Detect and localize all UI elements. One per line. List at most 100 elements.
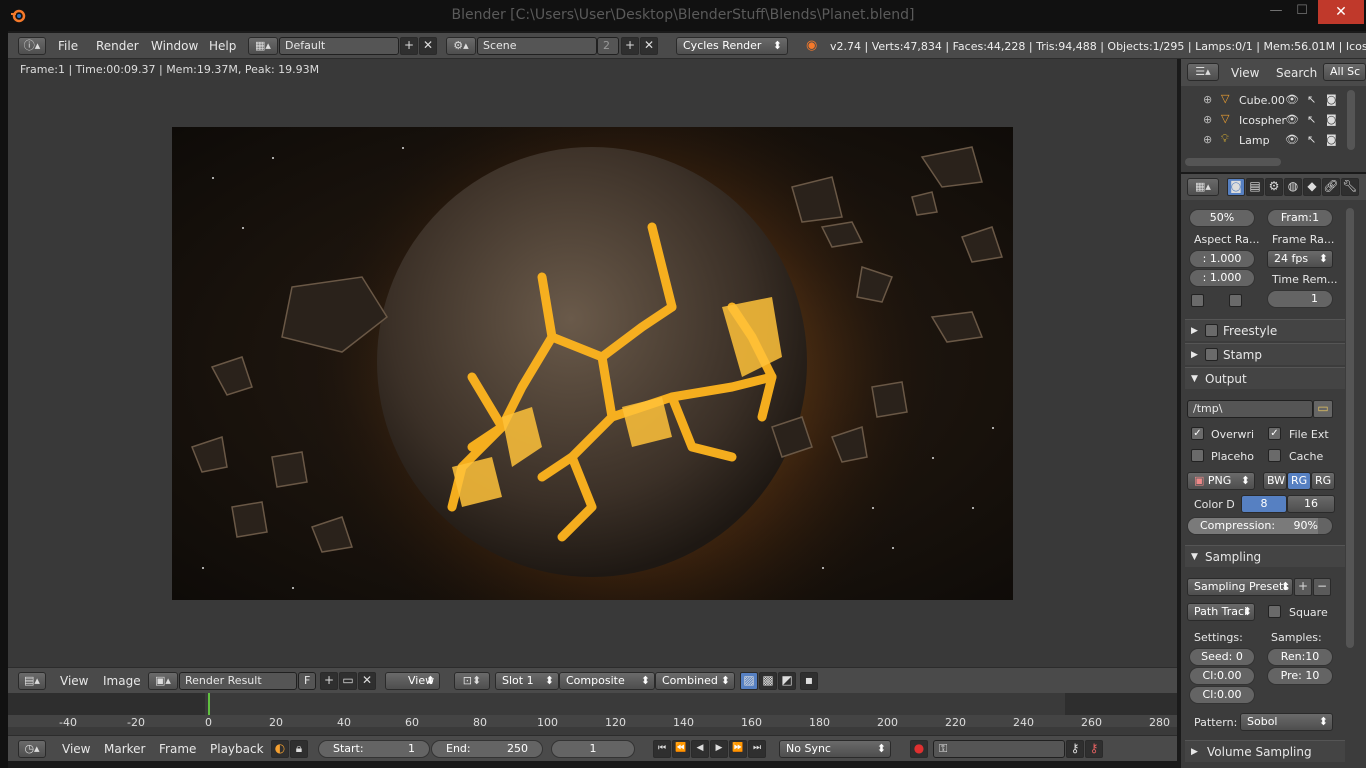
- cursor-icon[interactable]: ↖: [1307, 113, 1316, 126]
- insert-keyframe-icon[interactable]: ⚷: [1066, 740, 1084, 758]
- screen-layout-icon[interactable]: ▦▴: [248, 37, 278, 55]
- slot-select[interactable]: Slot 1 ⬍: [495, 672, 559, 690]
- constraints-tab-icon[interactable]: 🔗︎: [1322, 178, 1340, 196]
- sampling-panel-header[interactable]: ▼ Sampling: [1185, 545, 1345, 567]
- draw-color-alpha-icon[interactable]: ▨: [740, 672, 758, 690]
- open-image-icon[interactable]: ▭: [339, 672, 357, 690]
- new-image-icon[interactable]: +: [320, 672, 338, 690]
- current-frame-line[interactable]: [208, 693, 210, 715]
- outliner[interactable]: ⊕ ▽ Cube.00 👁︎ ↖ ◙ ⊕ ▽ Icospher 👁︎ ↖ ◙ ⊕…: [1181, 86, 1366, 172]
- unlink-image-icon[interactable]: ✕: [358, 672, 376, 690]
- resolution-percent-field[interactable]: 50%: [1189, 209, 1255, 227]
- render-layer-select[interactable]: Composite ⬍: [559, 672, 655, 690]
- play-reverse-icon[interactable]: ◀: [691, 740, 709, 758]
- file-format-select[interactable]: ▣ PNG ⬍: [1187, 472, 1255, 490]
- menu-image[interactable]: Image: [103, 674, 141, 688]
- draw-color-icon[interactable]: ▩: [759, 672, 777, 690]
- sync-select[interactable]: No Sync ⬍: [779, 740, 891, 758]
- square-samples-checkbox[interactable]: [1268, 605, 1281, 618]
- render-engine-select[interactable]: Cycles Render ⬍: [676, 37, 788, 55]
- close-button[interactable]: ✕: [1318, 0, 1364, 24]
- output-path-field[interactable]: /tmp\: [1187, 400, 1313, 418]
- properties-vscrollbar[interactable]: [1346, 208, 1354, 648]
- draw-zbuffer-icon[interactable]: ▪: [800, 672, 818, 690]
- freestyle-checkbox[interactable]: [1205, 324, 1218, 337]
- render-samples-field[interactable]: Ren:10: [1267, 648, 1333, 666]
- maximize-button[interactable]: ☐: [1288, 0, 1316, 24]
- preview-range-icon[interactable]: ◐: [271, 740, 289, 758]
- timeline[interactable]: -40 -20 0 20 40 60 80 100 120 140 160 18…: [8, 693, 1177, 735]
- outliner-type-icon[interactable]: ☰▴: [1187, 63, 1219, 81]
- outliner-row[interactable]: ⊕ ▽ Cube.00 👁︎ ↖ ◙: [1181, 91, 1351, 111]
- seed-field[interactable]: Seed: 0: [1189, 648, 1255, 666]
- outliner-vscrollbar[interactable]: [1347, 90, 1355, 150]
- placeholders-checkbox[interactable]: [1191, 449, 1204, 462]
- menu-frame[interactable]: Frame: [159, 742, 196, 756]
- remove-scene-icon[interactable]: ✕: [640, 37, 658, 55]
- menu-marker[interactable]: Marker: [104, 742, 145, 756]
- menu-help[interactable]: Help: [209, 39, 236, 53]
- start-frame-field[interactable]: Start: 1: [318, 740, 430, 758]
- time-remap-field[interactable]: 1: [1267, 290, 1333, 308]
- timeline-editor-type-icon[interactable]: ◷▴: [18, 740, 46, 758]
- outliner-view-menu[interactable]: View: [1231, 66, 1259, 80]
- next-keyframe-icon[interactable]: ⏩: [729, 740, 747, 758]
- aspect-x-field[interactable]: : 1.000: [1189, 250, 1255, 268]
- end-frame-field[interactable]: End: 250: [431, 740, 543, 758]
- output-panel-header[interactable]: ▼ Output: [1185, 367, 1345, 389]
- border-checkbox[interactable]: [1191, 294, 1204, 307]
- properties-type-icon[interactable]: ▦▴: [1187, 178, 1219, 196]
- outliner-row[interactable]: ⊕ ▽ Icospher 👁︎ ↖ ◙: [1181, 111, 1351, 131]
- add-preset-icon[interactable]: +: [1294, 578, 1312, 596]
- fake-user-toggle[interactable]: F: [298, 672, 316, 690]
- eye-icon[interactable]: 👁︎: [1285, 133, 1299, 146]
- camera-icon[interactable]: ◙: [1326, 93, 1337, 106]
- image-name-field[interactable]: Render Result: [179, 672, 297, 690]
- overwrite-checkbox[interactable]: ✓: [1191, 427, 1204, 440]
- outliner-filter-select[interactable]: All Sc: [1323, 63, 1366, 81]
- editor-type-icon[interactable]: ⓘ▴: [18, 37, 46, 55]
- depth-8-toggle[interactable]: 8: [1241, 495, 1287, 513]
- add-layout-icon[interactable]: +: [400, 37, 418, 55]
- sampling-presets-select[interactable]: Sampling Presets ⬍: [1187, 578, 1293, 596]
- jump-start-icon[interactable]: ⏮: [653, 740, 671, 758]
- layout-field[interactable]: Default: [279, 37, 399, 55]
- color-bw-toggle[interactable]: BW: [1263, 472, 1287, 490]
- world-tab-icon[interactable]: ◍: [1284, 178, 1302, 196]
- aspect-y-field[interactable]: : 1.000: [1189, 269, 1255, 287]
- color-rgba-toggle[interactable]: RG: [1311, 472, 1335, 490]
- render-tab-icon[interactable]: ◙: [1227, 178, 1245, 196]
- camera-icon[interactable]: ◙: [1326, 133, 1337, 146]
- color-rgb-toggle[interactable]: RG: [1287, 472, 1311, 490]
- menu-file[interactable]: File: [58, 39, 78, 53]
- menu-playback[interactable]: Playback: [210, 742, 264, 756]
- render-pass-select[interactable]: Combined ⬍: [655, 672, 735, 690]
- prev-keyframe-icon[interactable]: ⏪: [672, 740, 690, 758]
- render-result-image[interactable]: [172, 127, 1013, 600]
- clamp-indirect-field[interactable]: Cl:0.00: [1189, 686, 1255, 704]
- draw-alpha-icon[interactable]: ◩: [778, 672, 796, 690]
- stamp-panel-header[interactable]: ▶ Stamp: [1185, 343, 1345, 365]
- cache-checkbox[interactable]: [1268, 449, 1281, 462]
- delete-keyframe-icon[interactable]: ⚷: [1085, 740, 1103, 758]
- remove-layout-icon[interactable]: ✕: [419, 37, 437, 55]
- minimize-button[interactable]: —: [1262, 0, 1290, 24]
- volume-sampling-panel-header[interactable]: ▶ Volume Sampling: [1185, 740, 1345, 762]
- stamp-checkbox[interactable]: [1205, 348, 1218, 361]
- remove-preset-icon[interactable]: −: [1313, 578, 1331, 596]
- scene-field[interactable]: Scene: [477, 37, 597, 55]
- crop-checkbox[interactable]: [1229, 294, 1242, 307]
- compression-slider[interactable]: Compression: 90%: [1187, 517, 1333, 535]
- pattern-select[interactable]: Sobol ⬍: [1240, 713, 1333, 731]
- keying-set-field[interactable]: ⚿: [933, 740, 1065, 758]
- view-mode-select[interactable]: View ⬍: [385, 672, 440, 690]
- preview-samples-field[interactable]: Pre: 10: [1267, 667, 1333, 685]
- menu-image-view[interactable]: View: [60, 674, 88, 688]
- outliner-hscrollbar[interactable]: [1185, 158, 1281, 166]
- properties-panel[interactable]: 50% Fram:1 Aspect Ra... Frame Ra... : 1.…: [1181, 200, 1366, 768]
- cursor-icon[interactable]: ↖: [1307, 93, 1316, 106]
- menu-timeline-view[interactable]: View: [62, 742, 90, 756]
- outliner-row[interactable]: ⊕ 💡︎ Lamp 👁︎ ↖ ◙: [1181, 131, 1351, 151]
- record-icon[interactable]: ●: [910, 740, 928, 758]
- integrator-select[interactable]: Path Traci ⬍: [1187, 603, 1255, 621]
